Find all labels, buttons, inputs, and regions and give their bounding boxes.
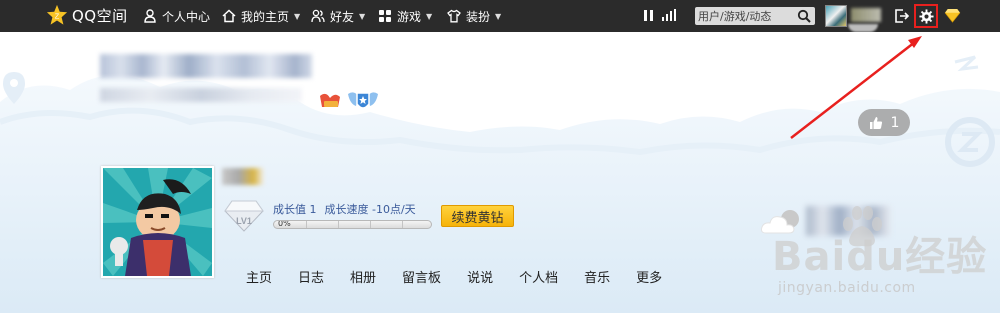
user-avatar-small[interactable]: [825, 5, 847, 27]
tab-shuoshuo[interactable]: 说说: [467, 267, 493, 286]
nav-friends-label: 好友: [330, 9, 355, 24]
avatar-cartoon-image: [103, 168, 212, 276]
top-navigation-bar: Z QQ空间 个人中心 我的主页 ▼ 好友 ▼ 游戏 ▼ 装扮 ▼: [0, 0, 1000, 32]
search-icon[interactable]: [797, 9, 811, 23]
level-diamond-icon[interactable]: LV1: [224, 198, 264, 232]
nav-my-homepage-label: 我的主页: [241, 9, 290, 24]
watermark-url-text: jingyan.baidu.com: [778, 280, 916, 296]
search-box: [695, 7, 815, 25]
tab-album[interactable]: 相册: [350, 267, 376, 286]
like-button[interactable]: 1: [858, 109, 910, 136]
tab-profile[interactable]: 个人档: [519, 267, 558, 286]
chevron-down-icon: ▼: [426, 11, 433, 21]
nav-games-label: 游戏: [397, 9, 422, 24]
blurred-decoration: [848, 24, 878, 32]
tab-more[interactable]: 更多: [636, 267, 662, 286]
nav-my-homepage[interactable]: 我的主页 ▼: [222, 0, 300, 32]
blurred-space-subtitle: [100, 88, 302, 102]
friends-icon: [311, 9, 325, 23]
growth-progress-bar: 0%: [273, 220, 432, 229]
vip-badge-icon[interactable]: [318, 92, 342, 110]
svg-text:Z: Z: [55, 12, 60, 21]
blurred-username[interactable]: [851, 8, 881, 22]
level-badge-text: LV1: [236, 216, 252, 226]
tab-blog[interactable]: 日志: [298, 267, 324, 286]
nav-dress-up[interactable]: 装扮 ▼: [447, 0, 501, 32]
renew-yellow-diamond-button[interactable]: 续费黄钻: [441, 205, 514, 227]
pause-icon[interactable]: [644, 10, 653, 21]
settings-button-highlighted[interactable]: [914, 4, 938, 28]
search-input[interactable]: [695, 7, 791, 25]
chevron-down-icon: ▼: [359, 11, 366, 21]
shirt-icon: [447, 9, 461, 23]
progress-percent: 0%: [278, 220, 291, 228]
grid-icon: [379, 10, 391, 22]
profile-avatar[interactable]: [101, 166, 214, 278]
blurred-space-title: [100, 54, 312, 78]
home-icon: [222, 9, 236, 23]
tab-music[interactable]: 音乐: [584, 267, 610, 286]
nav-personal-center[interactable]: 个人中心: [143, 0, 210, 32]
nav-games[interactable]: 游戏 ▼: [378, 0, 432, 32]
tab-home[interactable]: 主页: [246, 267, 272, 286]
watermark-main-text: Baidu经验: [772, 234, 988, 280]
like-count: 1: [890, 114, 900, 131]
profile-tabs: 主页 日志 相册 留言板 说说 个人档 音乐 更多: [246, 267, 688, 286]
thumbs-up-icon: [869, 116, 882, 129]
blurred-nickname: [222, 168, 264, 185]
tab-guestbook[interactable]: 留言板: [402, 267, 441, 286]
qzone-logo[interactable]: Z QQ空间: [46, 4, 128, 26]
wing-badge-icon[interactable]: [346, 88, 380, 114]
signal-bars-icon[interactable]: [662, 9, 676, 21]
user-icon: [144, 9, 156, 23]
nav-dress-up-label: 装扮: [466, 9, 491, 24]
chevron-down-icon: ▼: [495, 11, 502, 21]
gear-icon: [918, 8, 934, 24]
logo-text: QQ空间: [72, 6, 128, 25]
growth-speed: 成长速度 -10点/天: [324, 203, 416, 216]
qzone-star-icon: Z: [46, 4, 68, 25]
growth-info: 成长值 1 成长速度 -10点/天: [273, 201, 424, 217]
chevron-down-icon: ▼: [294, 11, 301, 21]
growth-value: 成长值 1: [273, 203, 317, 216]
logout-icon[interactable]: [894, 8, 910, 24]
yellow-diamond-icon[interactable]: [944, 8, 961, 23]
nav-personal-center-label: 个人中心: [162, 9, 211, 24]
nav-friends[interactable]: 好友 ▼: [311, 0, 365, 32]
baidu-jingyan-watermark: Baidu经验 jingyan.baidu.com: [772, 206, 996, 312]
